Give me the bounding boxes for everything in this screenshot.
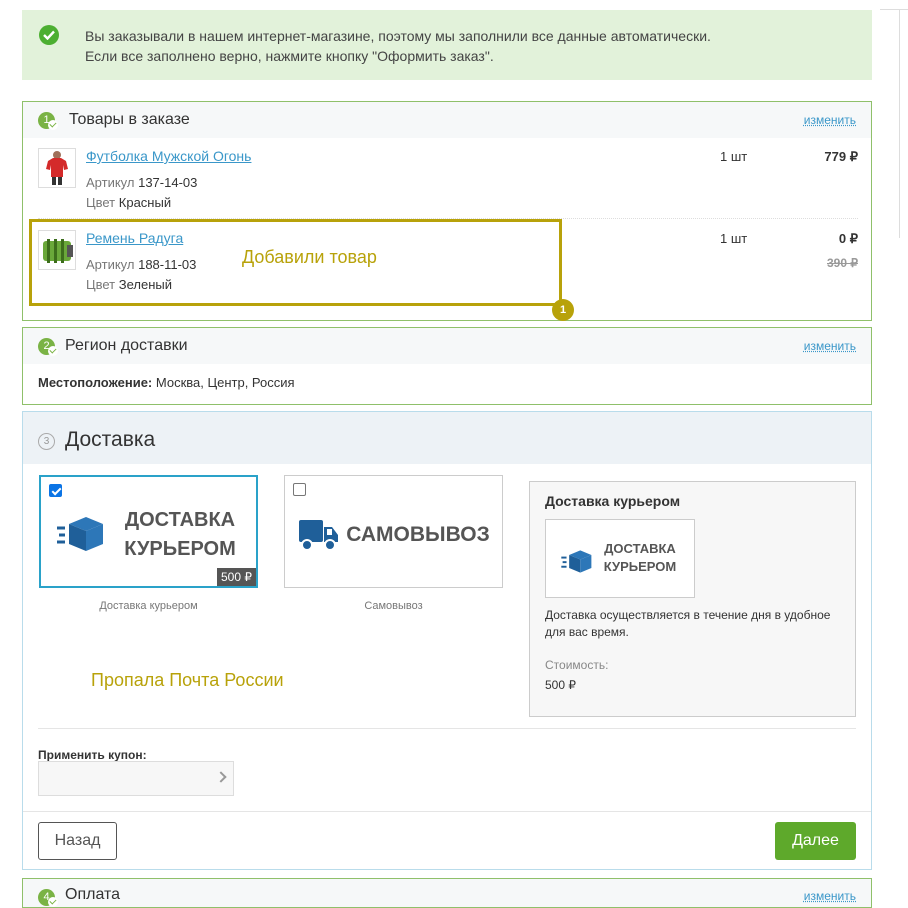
chevron-right-icon[interactable] <box>215 771 227 783</box>
location-value: Москва, Центр, Россия <box>155 375 295 390</box>
info-description: Доставка осуществляется в течение дня в … <box>545 608 831 639</box>
location-label: Местоположение: <box>38 375 153 390</box>
info-cost-value: 500 ₽ <box>545 678 576 692</box>
courier-checkbox[interactable] <box>49 484 62 497</box>
alert-text: Вы заказывали в нашем интернет-магазине,… <box>85 26 711 66</box>
step-2-icon: 2 <box>38 338 58 356</box>
product-name-link[interactable]: Футболка Мужской Огонь <box>86 148 251 164</box>
right-divider <box>899 10 900 238</box>
courier-logo-text: ДОСТАВКА КУРЬЕРОМ <box>124 509 236 560</box>
payment-change-link[interactable]: изменить <box>804 889 856 903</box>
divider <box>38 728 856 729</box>
step-4-icon: 4 <box>38 889 58 907</box>
region-section: 2 Регион доставки изменить Местоположени… <box>22 327 872 405</box>
alert-line-2: Если все заполнено верно, нажмите кнопку… <box>85 48 494 64</box>
info-logo-text: ДОСТАВКА КУРЬЕРОМ <box>603 541 677 574</box>
delivery-info-panel: Доставка курьером ДОСТАВКА КУРЬЕРОМ Дост… <box>529 481 856 717</box>
info-title: Доставка курьером <box>545 493 681 509</box>
location-line: Местоположение: Москва, Центр, Россия <box>38 375 295 390</box>
coupon-input[interactable] <box>38 761 234 796</box>
coupon-label: Применить купон: <box>38 748 147 762</box>
product-quantity: 1 шт <box>720 231 748 246</box>
product-price: 779 ₽ <box>824 149 858 164</box>
courier-delivery-option[interactable]: ДОСТАВКА КУРЬЕРОМ 500 ₽ <box>39 475 258 588</box>
region-change-link[interactable]: изменить <box>804 339 856 353</box>
info-cost-label: Стоимость: <box>545 658 609 672</box>
courier-price-badge: 500 ₽ <box>217 568 256 586</box>
pickup-logo-text: САМОВЫВОЗ <box>346 523 490 546</box>
divider <box>23 811 871 812</box>
check-circle-icon <box>39 25 59 45</box>
alert-line-1: Вы заказывали в нашем интернет-магазине,… <box>85 28 711 44</box>
courier-caption: Доставка курьером <box>99 600 198 612</box>
pickup-checkbox[interactable] <box>293 483 306 496</box>
product-old-price: 390 ₽ <box>827 256 858 270</box>
annotation-badge: 1 <box>552 299 574 321</box>
annotation-added-text: Добавили товар <box>242 247 377 267</box>
tshirt-thumbnail[interactable] <box>38 148 76 188</box>
box-delivery-icon <box>560 548 594 580</box>
pickup-caption: Самовывоз <box>364 600 423 612</box>
delivery-title: Доставка <box>65 428 156 451</box>
truck-icon <box>299 518 339 556</box>
payment-section: 4 Оплата изменить <box>22 878 872 908</box>
order-change-link[interactable]: изменить <box>804 113 856 127</box>
autofill-alert: Вы заказывали в нашем интернет-магазине,… <box>22 10 872 80</box>
payment-title: Оплата <box>65 886 121 903</box>
top-divider <box>880 9 908 10</box>
order-items-header: 1 Товары в заказе изменить <box>23 102 871 138</box>
product-quantity: 1 шт <box>720 149 748 164</box>
region-title: Регион доставки <box>65 337 188 354</box>
annotation-missing-text: Пропала Почта России <box>91 670 284 690</box>
product-article: Артикул 137-14-03 <box>86 175 198 190</box>
next-button[interactable]: Далее <box>775 822 856 860</box>
pickup-option[interactable]: САМОВЫВОЗ <box>284 475 503 588</box>
step-1-icon: 1 <box>38 112 58 130</box>
back-button[interactable]: Назад <box>38 822 117 860</box>
product-color: Цвет Красный <box>86 195 172 210</box>
list-item: Футболка Мужской Огонь Артикул 137-14-03… <box>38 148 858 210</box>
info-logo: ДОСТАВКА КУРЬЕРОМ <box>545 519 695 598</box>
order-items-title: Товары в заказе <box>69 111 190 128</box>
step-3-icon: 3 <box>38 433 55 450</box>
region-header: 2 Регион доставки изменить <box>23 328 871 364</box>
product-price: 0 ₽ <box>838 231 858 246</box>
box-delivery-icon <box>55 514 107 559</box>
delivery-header: 3 Доставка <box>23 412 871 464</box>
